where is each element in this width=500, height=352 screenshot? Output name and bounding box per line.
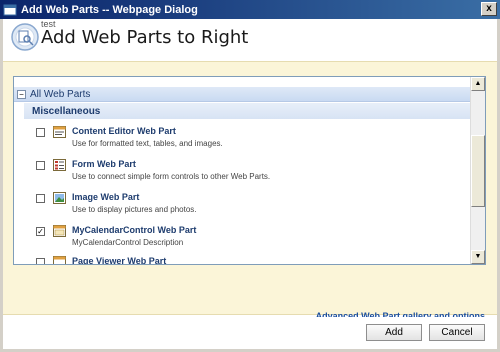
calendar-control-icon (53, 225, 66, 237)
page-title: Add Web Parts to Right (41, 27, 249, 48)
cancel-button[interactable]: Cancel (429, 324, 485, 341)
list-item[interactable]: Content Editor Web Part Use for formatte… (36, 125, 466, 155)
web-part-checkbox[interactable] (36, 128, 45, 137)
dialog-client: test Add Web Parts to Right − All Web Pa… (3, 19, 497, 349)
add-button[interactable]: Add (366, 324, 422, 341)
subcategory-label: Miscellaneous (32, 105, 101, 117)
web-part-name: MyCalendarControl Web Part (72, 225, 197, 235)
web-part-name: Content Editor Web Part (72, 126, 176, 136)
web-part-name: Form Web Part (72, 159, 136, 169)
category-row[interactable]: − All Web Parts (14, 87, 471, 102)
web-part-description: Use to display pictures and photos. (72, 205, 197, 214)
close-button[interactable]: x (481, 2, 497, 16)
web-part-checkbox[interactable] (36, 258, 45, 264)
web-part-name: Page Viewer Web Part (72, 256, 167, 265)
list-scrollbar[interactable]: ▲ ▼ (470, 77, 485, 264)
form-icon (53, 159, 66, 171)
ie-window-icon (3, 4, 17, 15)
dialog-header: test Add Web Parts to Right (3, 19, 497, 59)
page-viewer-icon (53, 256, 66, 264)
web-part-description: MyCalendarControl Description (72, 238, 184, 247)
web-part-name: Image Web Part (72, 192, 140, 202)
scroll-down-icon[interactable]: ▼ (471, 250, 485, 264)
image-icon (53, 192, 66, 204)
web-part-checkbox[interactable] (36, 194, 45, 203)
window-title: Add Web Parts -- Webpage Dialog (21, 3, 198, 16)
collapse-icon[interactable]: − (17, 89, 26, 99)
category-label: All Web Parts (30, 88, 91, 100)
web-part-description: Use to connect simple form controls to o… (72, 172, 271, 181)
scroll-up-icon[interactable]: ▲ (471, 77, 485, 91)
list-item[interactable]: Page Viewer Web Part (36, 255, 466, 265)
web-parts-logo-icon (11, 23, 39, 51)
list-item[interactable]: Image Web Part Use to display pictures a… (36, 191, 466, 221)
list-item[interactable]: ✓ MyCalendarControl Web Part MyCalendarC… (36, 224, 466, 254)
scroll-thumb[interactable] (471, 135, 485, 207)
web-part-checkbox[interactable]: ✓ (36, 227, 45, 236)
content-editor-icon (53, 126, 66, 138)
web-part-checkbox[interactable] (36, 161, 45, 170)
web-parts-panel: − All Web Parts Miscellaneous Content Ed… (3, 61, 497, 321)
web-part-description: Use for formatted text, tables, and imag… (72, 139, 223, 148)
web-parts-listbox[interactable]: − All Web Parts Miscellaneous Content Ed… (13, 76, 486, 265)
list-item[interactable]: Form Web Part Use to connect simple form… (36, 158, 466, 188)
subcategory-row: Miscellaneous (24, 103, 471, 119)
dialog-footer: Add Cancel (3, 317, 497, 349)
window-titlebar: Add Web Parts -- Webpage Dialog x (0, 0, 500, 19)
